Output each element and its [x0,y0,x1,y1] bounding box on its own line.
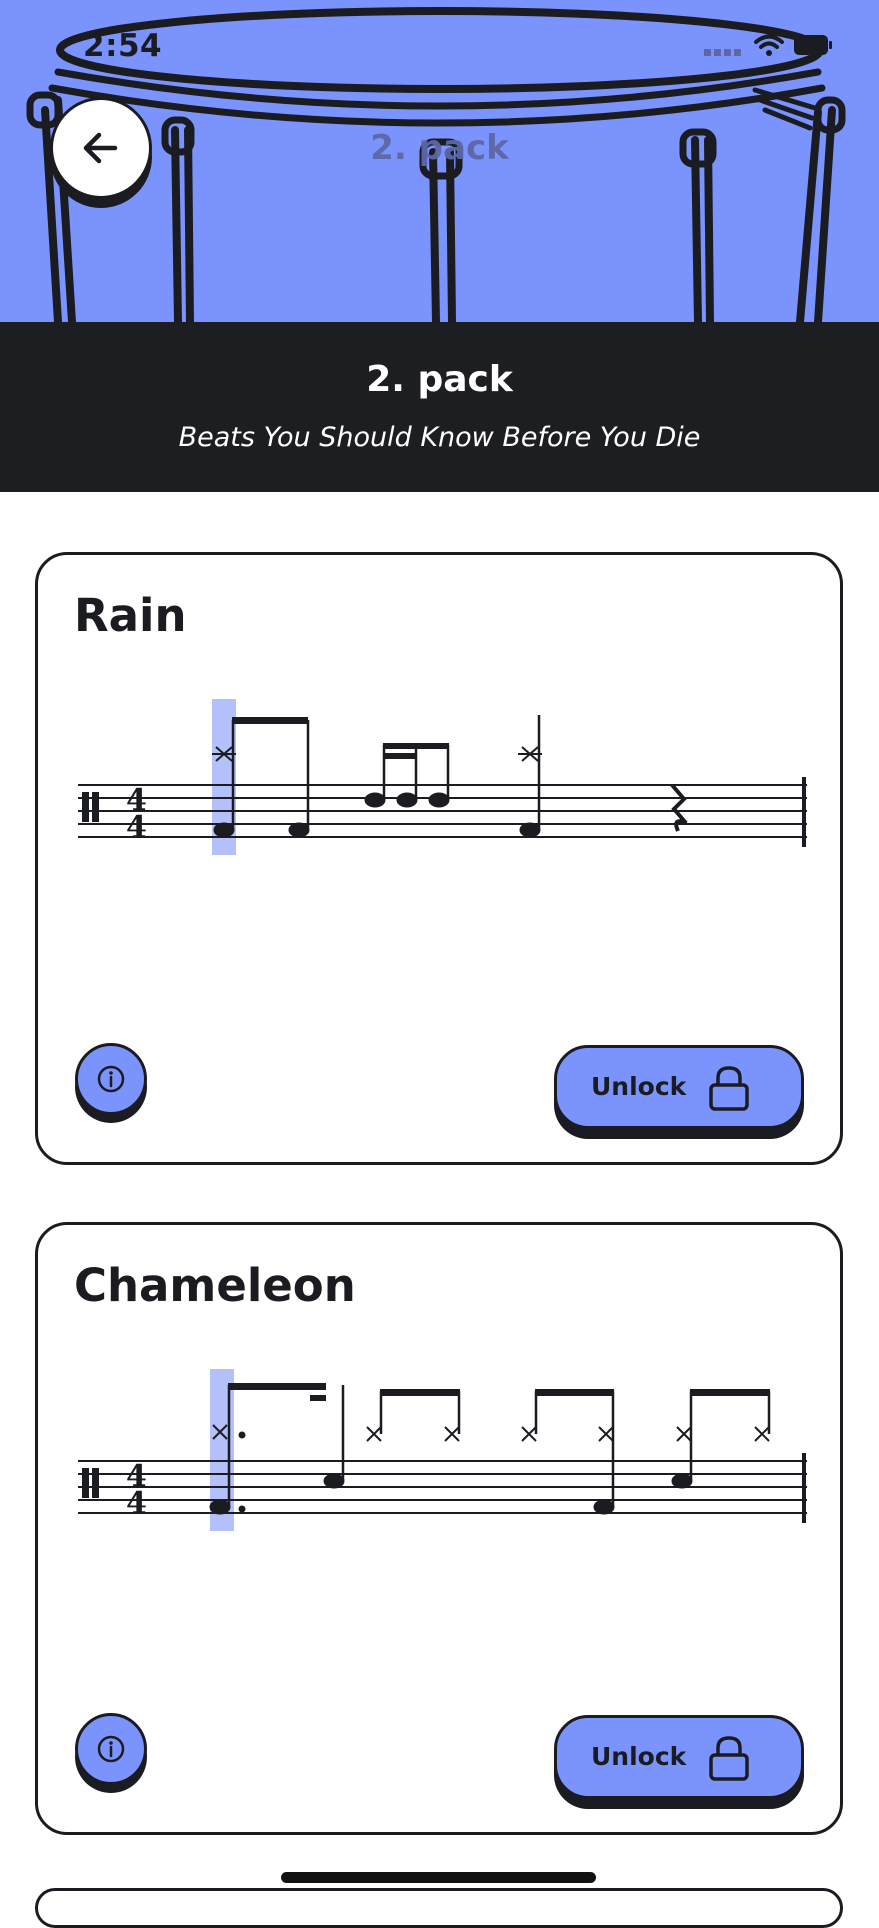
beat-card-rain[interactable]: Rain 4 4 Unlock [35,552,843,1165]
home-indicator[interactable] [281,1872,596,1883]
status-icons [704,30,834,64]
beat-card-chameleon[interactable]: Chameleon 4 4 Unlock [35,1222,843,1835]
percussion-clef [82,792,99,822]
battery-icon [794,35,832,55]
unlock-label: Unlock [591,1742,687,1771]
info-icon [97,1735,125,1763]
lock-icon [709,1066,749,1111]
drum-notation: 4 4 [78,1369,807,1531]
pack-banner: 2. pack Beats You Should Know Before You… [0,322,879,492]
status-time: 2:54 [83,28,163,64]
pack-subtitle: Beats You Should Know Before You Die [178,422,701,453]
header-hero: 2:54 2. pack [0,0,879,322]
hero-title: 2. pack [370,128,509,168]
unlock-button[interactable]: Unlock [554,1045,804,1129]
unlock-button[interactable]: Unlock [554,1715,804,1799]
unlock-label: Unlock [591,1072,687,1101]
signal-icon [704,49,741,56]
beat-title: Chameleon [74,1259,356,1312]
percussion-clef [82,1468,99,1498]
drum-notation: 4 4 [78,699,807,855]
pack-title: 2. pack [366,359,513,400]
info-button[interactable] [75,1713,147,1785]
beat-card-next[interactable] [35,1888,843,1928]
svg-text:4: 4 [126,1486,147,1521]
svg-text:4: 4 [126,810,147,845]
wifi-icon [754,34,784,56]
lock-icon [709,1736,749,1781]
beat-title: Rain [74,589,187,642]
info-button[interactable] [75,1043,147,1115]
info-icon [97,1065,125,1093]
